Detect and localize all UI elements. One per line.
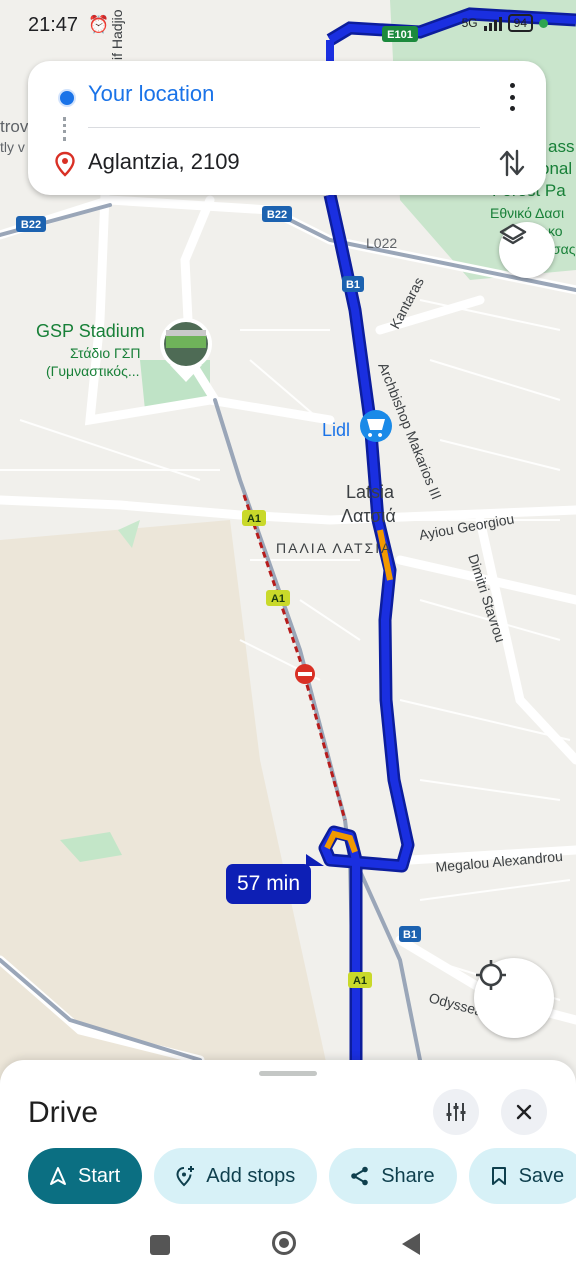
destination-field[interactable]: Aglantzia, 2109 (88, 149, 240, 175)
layers-icon (499, 223, 527, 245)
navigation-arrow-icon (50, 1167, 66, 1185)
start-label: Start (78, 1164, 121, 1187)
road-badge: B1 (399, 926, 421, 942)
alarm-icon: ⏰ (88, 15, 110, 34)
road-label: L022 (366, 235, 397, 251)
eta-callout[interactable]: 57 min (226, 854, 325, 904)
share-button[interactable]: Share (329, 1148, 457, 1204)
place-label: Latsia (346, 482, 395, 502)
system-nav-bar (0, 1210, 576, 1280)
origin-dot-icon (58, 89, 76, 107)
svg-text:B1: B1 (403, 929, 417, 941)
road-badge: B1 (342, 276, 364, 292)
divider (88, 127, 480, 128)
road-badge: A1 (242, 510, 266, 526)
eta-text: 57 min (237, 872, 301, 895)
road-badge: B22 (262, 206, 292, 222)
save-label: Save (518, 1164, 565, 1187)
my-location-button[interactable] (474, 958, 554, 1038)
bookmark-icon (491, 1167, 506, 1185)
battery-level: 94 (507, 14, 533, 32)
add-location-icon (176, 1166, 195, 1187)
place-label: σας (552, 241, 576, 257)
place-label: Εθνικό Δασι (490, 205, 564, 221)
more-options-icon[interactable] (502, 83, 522, 111)
destination-pin-icon (55, 151, 75, 177)
home-button[interactable] (272, 1231, 296, 1255)
close-button[interactable] (501, 1089, 547, 1135)
place-label: Στάδιο ΓΣΠ (70, 345, 140, 361)
road-badge: A1 (348, 972, 372, 988)
close-icon (516, 1104, 532, 1120)
road-badge: A1 (266, 590, 290, 606)
road-badge: B22 (16, 216, 46, 232)
signal-icon (483, 15, 502, 31)
origin-field[interactable]: Your location (88, 81, 214, 107)
tune-icon (446, 1103, 466, 1121)
clock: 21:47 (28, 14, 79, 36)
svg-text:B22: B22 (267, 209, 287, 221)
place-label: trov (0, 117, 29, 136)
store-pin-icon[interactable] (360, 410, 392, 442)
share-label: Share (381, 1164, 435, 1187)
route-options-button[interactable] (433, 1089, 479, 1135)
svg-text:B1: B1 (346, 279, 360, 291)
back-button[interactable] (402, 1233, 420, 1255)
bottom-sheet: Drive Start Add stops Share Save (0, 1060, 576, 1280)
swap-directions-icon[interactable] (498, 147, 526, 179)
add-stops-label: Add stops (206, 1164, 296, 1187)
privacy-indicator-icon (539, 18, 548, 28)
recents-button[interactable] (150, 1235, 170, 1255)
mode-title: Drive (28, 1096, 99, 1129)
svg-text:A1: A1 (271, 593, 285, 605)
drag-handle[interactable] (259, 1071, 317, 1076)
place-label: Lidl (322, 420, 350, 440)
add-stops-button[interactable]: Add stops (154, 1148, 318, 1204)
svg-text:A1: A1 (353, 975, 367, 987)
place-label: Λατσιά (341, 506, 396, 526)
start-button[interactable]: Start (28, 1148, 143, 1204)
place-label: ΠΑΛΙΑ ΛΑΤΣΙΑ (276, 540, 392, 556)
share-icon (351, 1166, 369, 1186)
place-label: tly v (0, 139, 25, 155)
save-button[interactable]: Save (468, 1148, 576, 1204)
action-chips: Start Add stops Share Save (28, 1148, 576, 1204)
status-bar: 21:47 ⏰ 5G 94 (0, 0, 576, 52)
route-connector (63, 117, 69, 141)
svg-text:B22: B22 (21, 219, 41, 231)
directions-card: Your location Aglantzia, 2109 (28, 61, 546, 195)
network-type: 5G (461, 16, 478, 30)
crosshair-icon (476, 960, 506, 990)
place-label: (Γυμναστικός... (46, 363, 140, 379)
place-label: GSP Stadium (36, 321, 145, 341)
svg-text:A1: A1 (247, 513, 261, 525)
place-label: ass (548, 137, 574, 156)
layers-button[interactable] (499, 222, 555, 278)
